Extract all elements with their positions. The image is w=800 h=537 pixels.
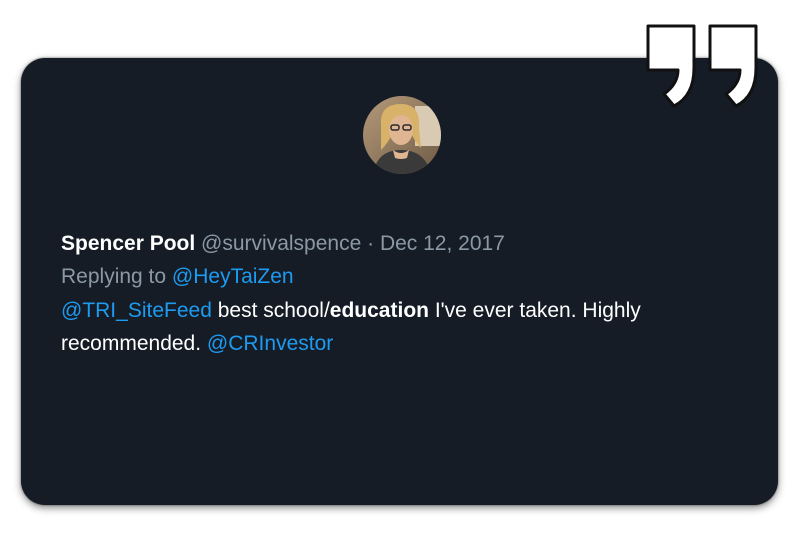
replying-line: Replying to @HeyTaiZen [61,262,751,292]
avatar-photo [363,96,441,174]
tweet-date[interactable]: Dec 12, 2017 [380,232,505,255]
tweet-header: Spencer Pool @survivalspence · Dec 12, 2… [61,229,751,259]
separator: · [361,232,380,255]
mention-tri-sitefeed[interactable]: @TRI_SiteFeed [61,299,212,322]
author-name[interactable]: Spencer Pool [61,232,195,255]
replying-to-mention[interactable]: @HeyTaiZen [172,265,294,288]
tweet-body: @TRI_SiteFeed best school/education I've… [61,294,751,360]
replying-prefix: Replying to [61,265,172,288]
body-text-1: best school/ [211,299,330,322]
mention-crinvestor[interactable]: @CRInvestor [207,332,333,355]
avatar[interactable] [363,96,441,174]
closing-quote-icon [646,24,758,108]
body-text-bold: education [329,299,429,322]
testimonial-canvas: Spencer Pool @survivalspence · Dec 12, 2… [0,0,800,537]
tweet-content: Spencer Pool @survivalspence · Dec 12, 2… [61,229,751,360]
author-handle[interactable]: @survivalspence [201,232,361,255]
